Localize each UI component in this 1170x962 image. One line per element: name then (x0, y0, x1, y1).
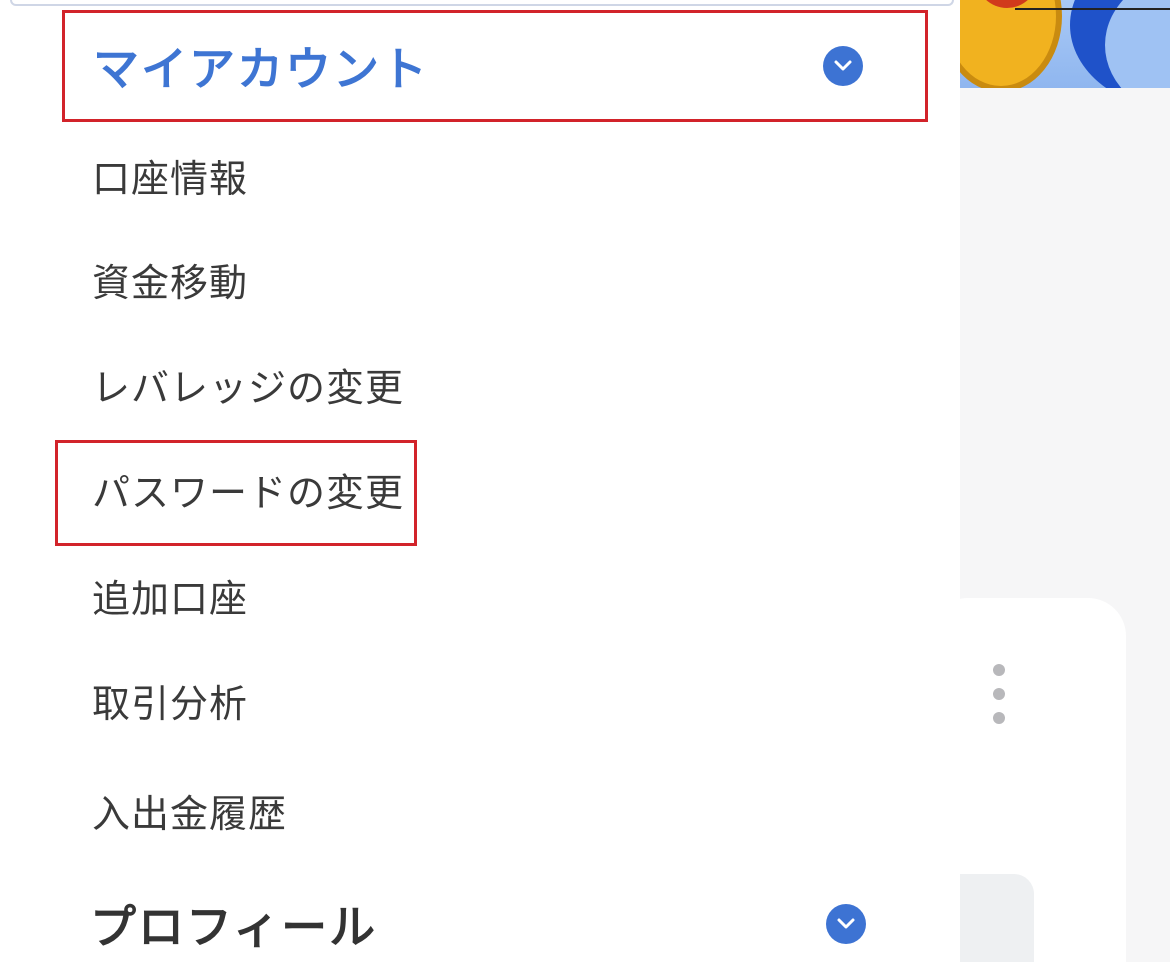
menu-item-fund-transfer[interactable]: 資金移動 (92, 264, 248, 302)
banner-shape (1105, 0, 1170, 88)
drawer-top-edge (10, 0, 954, 6)
menu-item-account-info[interactable]: 口座情報 (92, 160, 248, 198)
navigation-drawer: マイアカウント 口座情報 資金移動 レバレッジの変更 パスワードの変更 追加口座… (0, 0, 960, 962)
profile-section-header[interactable]: プロフィール (62, 868, 928, 962)
my-account-section-header[interactable]: マイアカウント (62, 10, 928, 122)
dot (993, 688, 1005, 700)
menu-item-change-leverage[interactable]: レバレッジの変更 (92, 369, 404, 407)
app-screen: マイアカウント 口座情報 資金移動 レバレッジの変更 パスワードの変更 追加口座… (0, 0, 1170, 962)
banner-divider (1015, 8, 1170, 10)
chevron-down-icon[interactable] (826, 904, 866, 944)
promo-banner-image[interactable] (930, 0, 1170, 88)
more-options-icon[interactable] (990, 664, 1008, 728)
menu-item-trade-analysis[interactable]: 取引分析 (92, 685, 248, 723)
menu-item-deposit-withdrawal-history[interactable]: 入出金履歴 (92, 795, 287, 833)
menu-item-change-password[interactable]: パスワードの変更 (92, 474, 404, 512)
emoji-mouth (976, 0, 1038, 8)
dot (993, 712, 1005, 724)
menu-item-additional-account[interactable]: 追加口座 (92, 580, 248, 618)
my-account-title: マイアカウント (93, 42, 429, 96)
chevron-down-icon[interactable] (823, 46, 863, 86)
profile-title: プロフィール (90, 900, 378, 954)
dot (993, 664, 1005, 676)
